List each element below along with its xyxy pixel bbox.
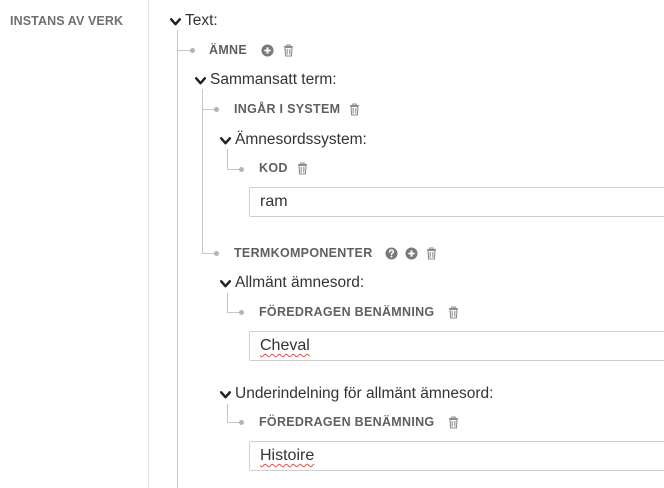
column-divider xyxy=(148,0,149,488)
foredragen-benamning-value: Cheval xyxy=(260,337,310,354)
text-heading: Text: xyxy=(169,12,218,30)
tree-node-dot xyxy=(214,251,219,256)
property-amne-label: ÄMNE xyxy=(209,43,248,57)
tree-connector xyxy=(202,89,203,253)
plus-circle-icon[interactable] xyxy=(261,43,274,57)
foredragen-benamning-input[interactable]: Histoire xyxy=(249,441,664,471)
tree-node-dot xyxy=(239,167,244,172)
allmant-amnesord-label: Allmänt ämnesord: xyxy=(235,274,365,291)
chevron-down-icon[interactable] xyxy=(194,74,207,87)
trash-icon[interactable] xyxy=(349,102,360,116)
chevron-down-icon[interactable] xyxy=(219,277,232,290)
trash-icon[interactable] xyxy=(283,43,294,57)
tree-node-dot xyxy=(214,107,219,112)
tree-connector xyxy=(177,30,178,488)
foredragen-benamning-value: Histoire xyxy=(260,447,315,464)
kod-input-value: ram xyxy=(260,193,288,210)
foredragen-benamning-input[interactable]: Cheval xyxy=(249,331,664,361)
text-heading-label: Text: xyxy=(185,12,218,29)
allmant-amnesord-heading: Allmänt ämnesord: xyxy=(219,274,364,292)
trash-icon[interactable] xyxy=(448,305,459,319)
trash-icon[interactable] xyxy=(426,246,437,260)
chevron-down-icon[interactable] xyxy=(219,134,232,147)
property-foredragen-benamning-label: FÖREDRAGEN BENÄMNING xyxy=(259,415,435,429)
kod-input[interactable]: ram xyxy=(249,187,664,217)
amnesordssystem-label: Ämnesordssystem: xyxy=(235,131,367,148)
property-foredragen-benamning: FÖREDRAGEN BENÄMNING xyxy=(259,415,459,429)
tree-node-dot xyxy=(239,420,244,425)
question-circle-icon[interactable] xyxy=(384,246,398,260)
trash-icon[interactable] xyxy=(297,161,308,175)
property-ingar-i-system-label: INGÅR I SYSTEM xyxy=(234,102,341,116)
property-foredragen-benamning-label: FÖREDRAGEN BENÄMNING xyxy=(259,305,435,319)
amnesordssystem-heading: Ämnesordssystem: xyxy=(219,131,367,149)
property-termkomponenter-label: TERMKOMPONENTER xyxy=(234,246,373,260)
trash-icon[interactable] xyxy=(448,415,459,429)
sammansatt-term-label: Sammansatt term: xyxy=(210,71,337,88)
underindelning-heading: Underindelning för allmänt ämnesord: xyxy=(219,385,493,403)
sidebar-label-instans-av-verk: INSTANS AV VERK xyxy=(10,14,124,28)
property-termkomponenter: TERMKOMPONENTER xyxy=(234,246,437,260)
property-kod-label: KOD xyxy=(259,161,288,175)
tree-node-dot xyxy=(190,48,195,53)
tree-connector xyxy=(227,293,228,312)
property-amne: ÄMNE xyxy=(209,43,294,57)
tree-connector xyxy=(227,404,228,422)
chevron-down-icon[interactable] xyxy=(169,15,182,28)
property-kod: KOD xyxy=(259,161,308,175)
tree-connector xyxy=(227,149,228,169)
property-foredragen-benamning: FÖREDRAGEN BENÄMNING xyxy=(259,305,459,319)
plus-circle-icon[interactable] xyxy=(404,246,418,260)
tree-node-dot xyxy=(239,310,244,315)
underindelning-label: Underindelning för allmänt ämnesord: xyxy=(235,385,494,402)
property-ingar-i-system: INGÅR I SYSTEM xyxy=(234,102,360,116)
chevron-down-icon[interactable] xyxy=(219,388,232,401)
sammansatt-term-heading: Sammansatt term: xyxy=(194,71,337,89)
